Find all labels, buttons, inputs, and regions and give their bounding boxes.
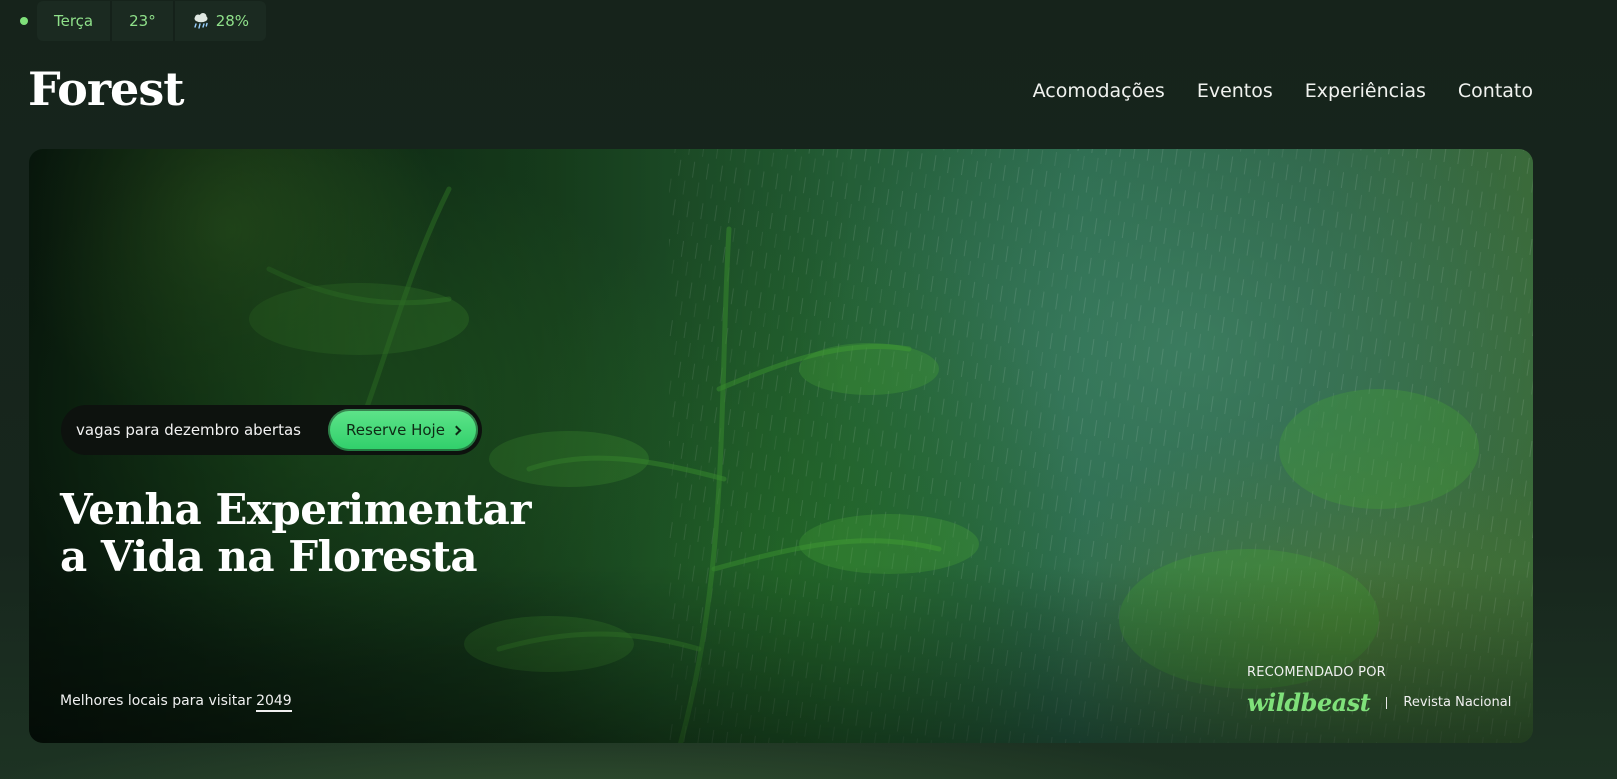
status-bar: Terça 23° 28% — [20, 1, 267, 41]
nav-link-acomodacoes[interactable]: Acomodações — [1033, 80, 1165, 102]
best-places-year-link[interactable]: 2049 — [256, 693, 292, 712]
best-places-label: Melhores locais para visitar — [60, 693, 252, 709]
site-logo[interactable]: Forest — [28, 62, 184, 116]
weather-pill: Terça 23° 28% — [37, 1, 267, 41]
hero-banner: vagas para dezembro abertas Reserve Hoje… — [29, 149, 1533, 743]
temperature-cell: 23° — [112, 1, 175, 41]
nav-link-contato[interactable]: Contato — [1458, 80, 1533, 102]
temperature-value: 23° — [129, 12, 156, 30]
day-label: Terça — [54, 12, 94, 30]
wildbeast-logo: wildbeast — [1247, 688, 1371, 717]
rain-cloud-icon — [192, 12, 210, 30]
rain-cell: 28% — [175, 1, 266, 41]
booking-pill: vagas para dezembro abertas Reserve Hoje — [61, 405, 482, 455]
rain-chance-value: 28% — [215, 12, 250, 30]
hero-title: Venha Experimentar a Vida na Floresta — [60, 485, 532, 581]
recommended-label: RECOMENDADO POR — [1247, 665, 1386, 680]
nav-link-eventos[interactable]: Eventos — [1197, 80, 1273, 102]
online-dot-icon — [20, 17, 28, 25]
separator — [1386, 696, 1388, 709]
nav-link-experiencias[interactable]: Experiências — [1305, 80, 1426, 102]
recommended-row: wildbeast Revista Nacional — [1247, 688, 1511, 717]
hero-title-line-1: Venha Experimentar — [60, 485, 532, 534]
best-places-note: Melhores locais para visitar 2049 — [60, 693, 292, 712]
chevron-right-icon — [451, 425, 462, 436]
main-nav: Acomodações Eventos Experiências Contato — [1033, 80, 1533, 102]
hero-title-line-2: a Vida na Floresta — [60, 532, 478, 581]
recommended-by: RECOMENDADO POR wildbeast Revista Nacion… — [1247, 665, 1511, 717]
day-cell: Terça — [37, 1, 113, 41]
booking-announcement: vagas para dezembro abertas — [76, 421, 301, 439]
magazine-name: Revista Nacional — [1403, 695, 1512, 710]
reserve-button[interactable]: Reserve Hoje — [328, 409, 478, 451]
reserve-button-label: Reserve Hoje — [346, 421, 445, 439]
